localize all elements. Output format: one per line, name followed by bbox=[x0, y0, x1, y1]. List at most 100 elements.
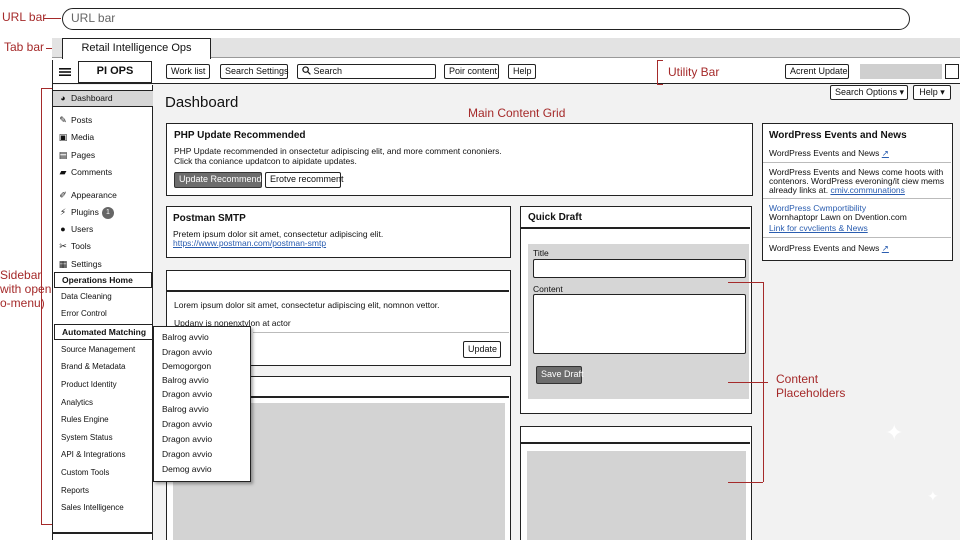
sidebar-sub-analytics[interactable]: Analytics bbox=[53, 395, 153, 411]
utility-bar-bracket bbox=[657, 60, 658, 84]
poir-content-button[interactable]: Poir content bbox=[444, 64, 499, 79]
sidebar-item-settings[interactable]: ▦ Settings bbox=[53, 256, 153, 272]
sidebar-sub-system-status[interactable]: System Status bbox=[53, 430, 153, 446]
events-card-title: WordPress Events and News bbox=[769, 130, 907, 141]
utility-bar-bracket-top bbox=[657, 60, 663, 61]
sidebar-item-plugins[interactable]: ⚡ Plugins 1 bbox=[53, 204, 153, 220]
events-link[interactable]: cmiv.communations bbox=[830, 185, 904, 195]
media-icon: ▣ bbox=[58, 132, 68, 142]
annotation-main-grid: Main Content Grid bbox=[468, 106, 566, 120]
submenu-item[interactable]: Balrog avvio bbox=[162, 332, 209, 342]
external-link-icon: ↗ bbox=[881, 243, 889, 253]
quick-draft-title: Quick Draft bbox=[528, 212, 582, 223]
sidebar-item-users[interactable]: ● Users bbox=[53, 221, 153, 237]
brand-logo: PI OPS bbox=[78, 61, 152, 83]
draft-content-textarea[interactable] bbox=[533, 294, 746, 354]
sidebar-sub-custom-tools[interactable]: Custom Tools bbox=[53, 465, 153, 481]
row-divider bbox=[763, 162, 951, 163]
sparkle-icon: ✦ bbox=[885, 420, 904, 445]
submenu-item[interactable]: Dragon avvio bbox=[162, 419, 212, 429]
update-button[interactable]: Update bbox=[463, 341, 501, 358]
sidebar-sub-reports[interactable]: Reports bbox=[53, 483, 153, 499]
submenu-item[interactable]: Balrog avvio bbox=[162, 375, 209, 385]
quick-draft-card: Quick Draft Title Content Save Draft bbox=[520, 206, 752, 414]
submenu-item[interactable]: Dragon avvio bbox=[162, 449, 212, 459]
annotation-tab-bar: Tab bar bbox=[4, 40, 45, 54]
sidebar-divider bbox=[53, 532, 153, 534]
sidebar-sub-product-identity[interactable]: Product Identity bbox=[53, 377, 153, 393]
postman-smtp-card: Postman SMTP Pretem ipsum dolor sit amet… bbox=[166, 206, 511, 258]
lorem-card-text: Lorem ipsum dolor sit amet, consectetur … bbox=[174, 300, 440, 310]
search-input[interactable]: Search bbox=[297, 64, 436, 79]
events-news-card: WordPress Events and News WordPress Even… bbox=[762, 123, 953, 261]
card-row-divider bbox=[253, 332, 509, 333]
card-header-divider bbox=[521, 442, 750, 444]
annotation-content-placeholders: Content Placeholders bbox=[776, 372, 846, 400]
help-dropdown-button[interactable]: Help ▾ bbox=[913, 85, 951, 100]
sidebar-item-tools[interactable]: ✂ Tools bbox=[53, 238, 153, 254]
php-card-title: PHP Update Recommended bbox=[174, 130, 306, 141]
user-icon: ● bbox=[60, 224, 66, 234]
events-row[interactable]: WordPress Events and News ↗ bbox=[769, 148, 889, 158]
search-settings-button[interactable]: Search Settings bbox=[220, 64, 289, 79]
placeholder-card-right bbox=[520, 426, 752, 540]
card-header-divider bbox=[167, 290, 509, 292]
sidebar-item-pages[interactable]: ▤ Pages bbox=[53, 147, 153, 163]
sidebar-head-operations-home[interactable]: Operations Home bbox=[54, 272, 152, 288]
events-row[interactable]: WordPress Events and News ↗ bbox=[769, 243, 889, 253]
sidebar-sub-data-cleaning[interactable]: Data Cleaning bbox=[53, 289, 153, 305]
pin-icon: ✎ bbox=[59, 115, 67, 125]
sidebar-head-automated-matching[interactable]: Automated Matching bbox=[54, 324, 153, 340]
external-link-icon: ↗ bbox=[881, 148, 889, 158]
placeholder-bracket bbox=[728, 382, 768, 383]
submenu-item[interactable]: Dragon avvio bbox=[162, 389, 212, 399]
annotation-sidebar: Sidebar with open o-menu) bbox=[0, 268, 52, 310]
work-list-button[interactable]: Work list bbox=[166, 64, 210, 79]
save-draft-button[interactable]: Save Draft bbox=[536, 366, 584, 384]
url-bar[interactable]: URL bar bbox=[62, 8, 910, 30]
submenu-item[interactable]: Dragon avvio bbox=[162, 347, 212, 357]
utility-bar-bracket-bottom bbox=[657, 84, 663, 85]
sidebar-sub-sales-intelligence[interactable]: Sales Intelligence bbox=[53, 500, 153, 516]
acrent-update-button[interactable]: Acrent Update bbox=[785, 64, 849, 79]
submenu-item[interactable]: Dragon avvio bbox=[162, 434, 212, 444]
draft-content-label: Content bbox=[533, 284, 563, 294]
sidebar-sub-rules-engine[interactable]: Rules Engine bbox=[53, 412, 153, 428]
smtp-link[interactable]: https://www.postman.com/postman-smtp bbox=[173, 238, 326, 248]
tab-retail-intelligence-ops[interactable]: Retail Intelligence Ops bbox=[62, 38, 211, 59]
other-recommend-button[interactable]: Erotve recomment bbox=[265, 172, 344, 188]
sidebar-sub-error-control[interactable]: Error Control bbox=[53, 306, 153, 322]
sidebar-sub-brand-metadata[interactable]: Brand & Metadata bbox=[53, 359, 153, 375]
comment-icon: ▰ bbox=[59, 167, 67, 177]
window-control[interactable] bbox=[945, 64, 959, 79]
row-divider bbox=[763, 237, 951, 238]
events-row-text: Wornhaptopr Lawn on Dvention.com bbox=[769, 212, 907, 222]
submenu-item[interactable]: Balrog avvio bbox=[162, 404, 209, 414]
smtp-card-title: Postman SMTP bbox=[173, 213, 246, 224]
pages-icon: ▤ bbox=[58, 150, 68, 160]
row-divider bbox=[763, 198, 951, 199]
draft-title-label: Title bbox=[533, 248, 549, 258]
sidebar-item-comments[interactable]: ▰ Comments bbox=[53, 164, 153, 180]
sidebar-bracket-bottom bbox=[41, 524, 52, 525]
sidebar-item-posts[interactable]: ✎ Posts bbox=[53, 112, 153, 128]
sidebar-item-media[interactable]: ▣ Media bbox=[53, 129, 153, 145]
placeholder-bracket bbox=[728, 482, 763, 483]
content-placeholder bbox=[527, 451, 746, 540]
sidebar-item-appearance[interactable]: ✐ Appearance bbox=[53, 187, 153, 203]
draft-title-input[interactable] bbox=[533, 259, 746, 278]
submenu-item[interactable]: Demog avvio bbox=[162, 464, 212, 474]
plugin-icon: ⚡ bbox=[59, 207, 67, 217]
settings-icon: ▦ bbox=[58, 259, 68, 269]
search-options-button[interactable]: Search Options ▾ bbox=[830, 85, 908, 100]
events-link[interactable]: Link for cvvclients & News bbox=[769, 223, 868, 233]
plugins-count-badge: 1 bbox=[101, 207, 114, 219]
hamburger-icon[interactable] bbox=[53, 60, 77, 84]
help-button[interactable]: Help bbox=[508, 64, 536, 79]
sidebar-sub-api-integrations[interactable]: API & Integrations bbox=[53, 447, 153, 463]
submenu-item[interactable]: Demogorgon bbox=[162, 361, 211, 371]
sidebar-item-dashboard[interactable]: ◕ Dashboard bbox=[53, 90, 153, 106]
gauge-icon: ◕ bbox=[60, 93, 66, 103]
sidebar-sub-source-management[interactable]: Source Management bbox=[53, 342, 153, 358]
update-recommended-button[interactable]: Update Recommended bbox=[174, 172, 272, 188]
